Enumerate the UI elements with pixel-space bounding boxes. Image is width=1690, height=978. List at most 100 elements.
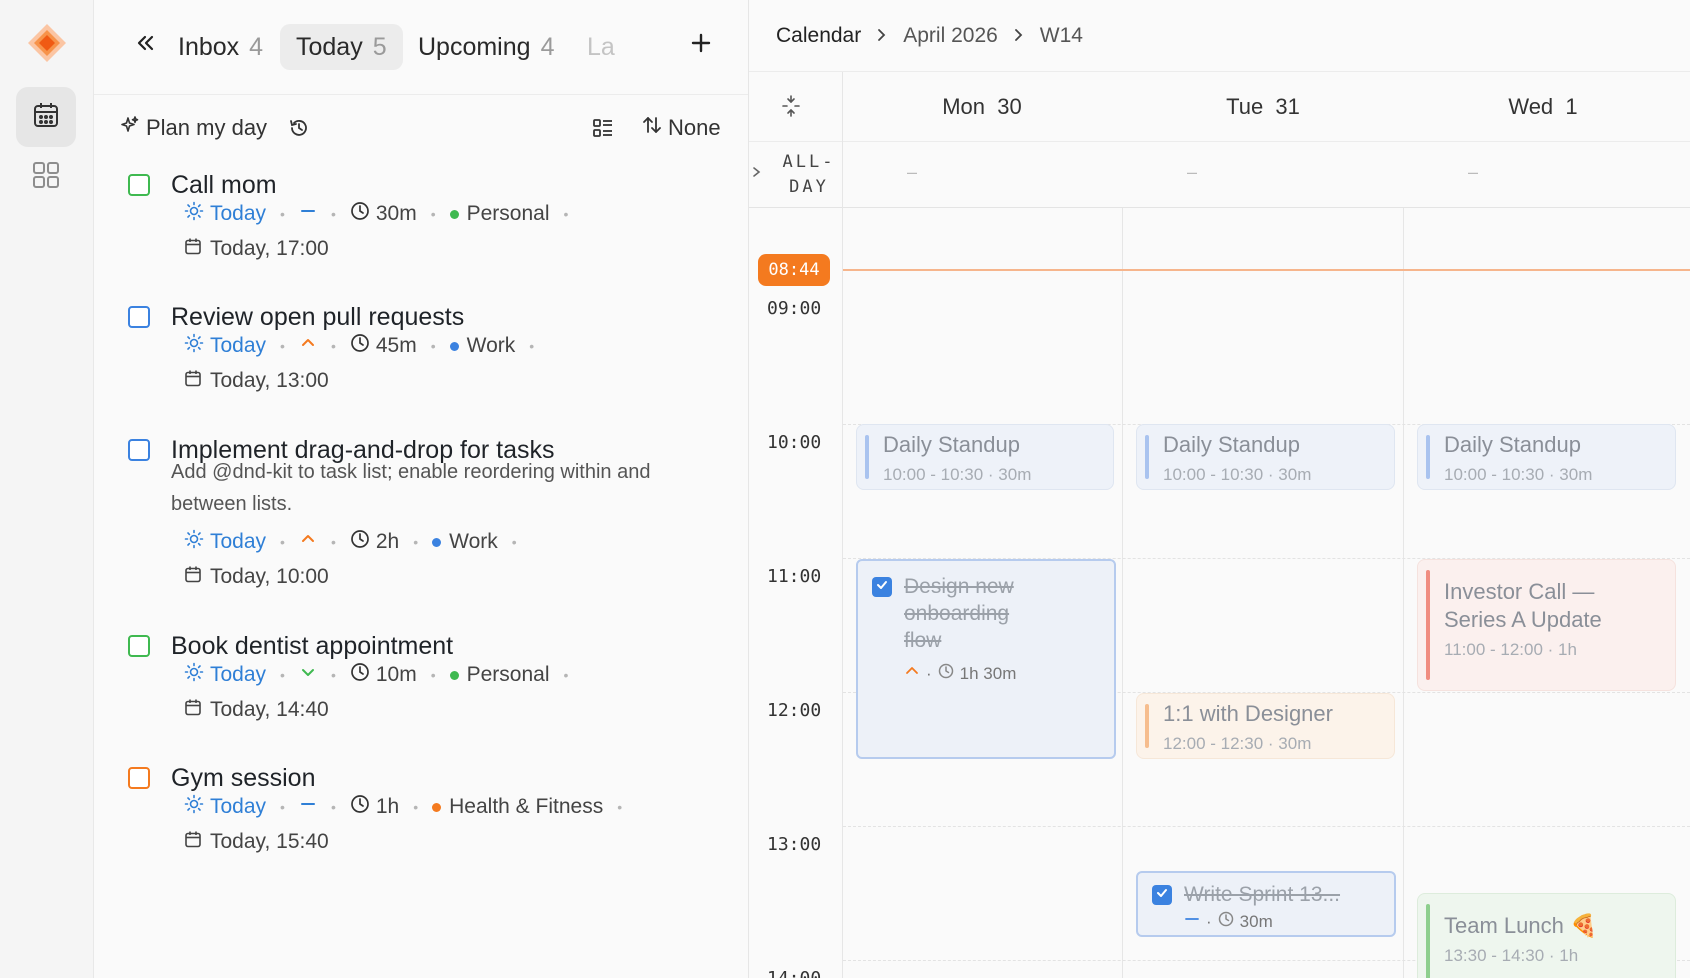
day-header-tue[interactable]: Tue 31 <box>1123 94 1403 120</box>
task-due[interactable]: Today, 14:40 <box>184 698 329 722</box>
breadcrumb: Calendar April 2026 W14 <box>749 0 1690 72</box>
task-checkbox[interactable] <box>128 439 150 461</box>
task-checkbox[interactable] <box>128 635 150 657</box>
task-block-title: onboarding <box>904 602 1010 625</box>
day-header-mon[interactable]: Mon 30 <box>842 94 1122 120</box>
separator: • <box>280 667 285 683</box>
priority-none-icon <box>1184 911 1200 932</box>
collapse-panel-button[interactable] <box>130 30 160 60</box>
compress-icon[interactable] <box>779 94 803 123</box>
separator: • <box>280 799 285 815</box>
separator: • <box>430 667 436 683</box>
sun-icon <box>184 333 204 359</box>
chevrons-left-icon <box>134 32 156 59</box>
task-meta: Today • • 30m • Personal • <box>184 201 582 227</box>
when-label[interactable]: Today <box>210 334 266 358</box>
priority-low-icon[interactable] <box>299 663 317 687</box>
all-day-empty[interactable]: – <box>1333 162 1613 183</box>
day-number: 31 <box>1275 94 1300 119</box>
priority-none-icon[interactable] <box>299 795 317 819</box>
task-block-title: Design new <box>904 575 1014 598</box>
breadcrumb-month[interactable]: April 2026 <box>903 24 998 48</box>
task-item[interactable]: Implement drag-and-drop for tasks Add @d… <box>94 430 748 630</box>
tab-upcoming[interactable]: Upcoming 4 <box>402 24 570 70</box>
day-header-wed[interactable]: Wed 1 <box>1403 94 1683 120</box>
when-label[interactable]: Today <box>210 663 266 687</box>
tab-today[interactable]: Today 5 <box>280 24 403 70</box>
task-item[interactable]: Call mom Today • • 30m • Personal • Toda… <box>94 165 748 295</box>
sun-icon <box>184 662 204 688</box>
sun-icon <box>184 529 204 555</box>
tab-inbox[interactable]: Inbox 4 <box>162 24 279 70</box>
calendar-event[interactable]: Investor Call — Series A Update 11:00 - … <box>1417 559 1676 691</box>
task-due[interactable]: Today, 17:00 <box>184 237 329 261</box>
all-day-empty[interactable]: – <box>1052 162 1332 183</box>
project-label[interactable]: Health & Fitness <box>449 795 603 819</box>
event-color-bar <box>1145 704 1149 748</box>
priority-none-icon[interactable] <box>299 202 317 226</box>
duration-label[interactable]: 30m <box>376 202 417 226</box>
tab-later[interactable]: La <box>571 24 631 70</box>
plan-my-day-button[interactable]: Plan my day <box>120 115 267 141</box>
calendar-event[interactable]: Daily Standup 10:00 - 10:30 · 30m <box>1136 424 1395 490</box>
project-label[interactable]: Personal <box>467 663 550 687</box>
task-done-checkbox[interactable] <box>872 577 892 597</box>
due-label: Today, 13:00 <box>210 369 329 392</box>
task-checkbox[interactable] <box>128 174 150 196</box>
task-block-duration: 30m <box>1239 911 1273 931</box>
task-due[interactable]: Today, 10:00 <box>184 565 329 589</box>
when-label[interactable]: Today <box>210 795 266 819</box>
add-tab-button[interactable] <box>686 30 716 60</box>
current-time-line <box>843 269 1690 271</box>
hour-label: 14:00 <box>767 968 821 978</box>
chevron-right-icon[interactable] <box>752 165 762 184</box>
when-label[interactable]: Today <box>210 202 266 226</box>
event-title: 1:1 with Designer <box>1163 701 1333 726</box>
event-time: 10:00 - 10:30 · 30m <box>1163 465 1312 484</box>
grid-icon <box>32 161 60 194</box>
calendar-event[interactable]: Daily Standup 10:00 - 10:30 · 30m <box>1417 424 1676 490</box>
project-label[interactable]: Work <box>449 530 498 554</box>
task-checkbox[interactable] <box>128 306 150 328</box>
duration-label[interactable]: 10m <box>376 663 417 687</box>
all-day-empty[interactable]: – <box>772 162 1052 183</box>
layout-toggle-button[interactable] <box>592 117 614 144</box>
task-done-checkbox[interactable] <box>1152 885 1172 905</box>
priority-high-icon <box>904 663 920 684</box>
separator: • <box>617 799 623 815</box>
separator: • <box>563 667 569 683</box>
hour-label: 12:00 <box>767 700 822 721</box>
task-item[interactable]: Review open pull requests Today • • 45m … <box>94 297 748 427</box>
task-title: Book dentist appointment <box>171 632 454 660</box>
breadcrumb-calendar[interactable]: Calendar <box>776 24 861 48</box>
hour-label: 13:00 <box>767 834 822 855</box>
task-item[interactable]: Gym session Today • • 1h • Health & Fitn… <box>94 758 748 888</box>
tab-count: 5 <box>372 32 387 61</box>
priority-high-icon[interactable] <box>299 530 317 554</box>
clock-icon <box>938 663 954 684</box>
history-button[interactable] <box>288 117 310 144</box>
task-due[interactable]: Today, 15:40 <box>184 830 329 854</box>
separator: • <box>563 206 569 222</box>
scheduled-task-block[interactable]: Write Sprint 13... · 30m <box>1136 871 1396 937</box>
sort-button[interactable]: None <box>642 115 721 141</box>
duration-label[interactable]: 45m <box>376 334 417 358</box>
when-label[interactable]: Today <box>210 530 266 554</box>
duration-label[interactable]: 2h <box>376 530 399 554</box>
calendar-event[interactable]: Team Lunch 🍕 13:30 - 14:30 · 1h <box>1417 893 1676 978</box>
event-time: 10:00 - 10:30 · 30m <box>883 465 1032 484</box>
separator: • <box>413 799 419 815</box>
calendar-view-button[interactable] <box>16 87 76 147</box>
task-due[interactable]: Today, 13:00 <box>184 369 329 393</box>
task-item[interactable]: Book dentist appointment Today • • 10m •… <box>94 626 748 756</box>
task-checkbox[interactable] <box>128 767 150 789</box>
apps-grid-button[interactable] <box>16 147 76 207</box>
priority-high-icon[interactable] <box>299 334 317 358</box>
calendar-event[interactable]: 1:1 with Designer 12:00 - 12:30 · 30m <box>1136 693 1395 759</box>
scheduled-task-block[interactable]: Design new onboarding flow · 1h 30m <box>856 559 1116 759</box>
project-label[interactable]: Personal <box>467 202 550 226</box>
breadcrumb-week[interactable]: W14 <box>1040 24 1083 48</box>
project-label[interactable]: Work <box>467 334 516 358</box>
duration-label[interactable]: 1h <box>376 795 399 819</box>
calendar-event[interactable]: Daily Standup 10:00 - 10:30 · 30m <box>856 424 1114 490</box>
